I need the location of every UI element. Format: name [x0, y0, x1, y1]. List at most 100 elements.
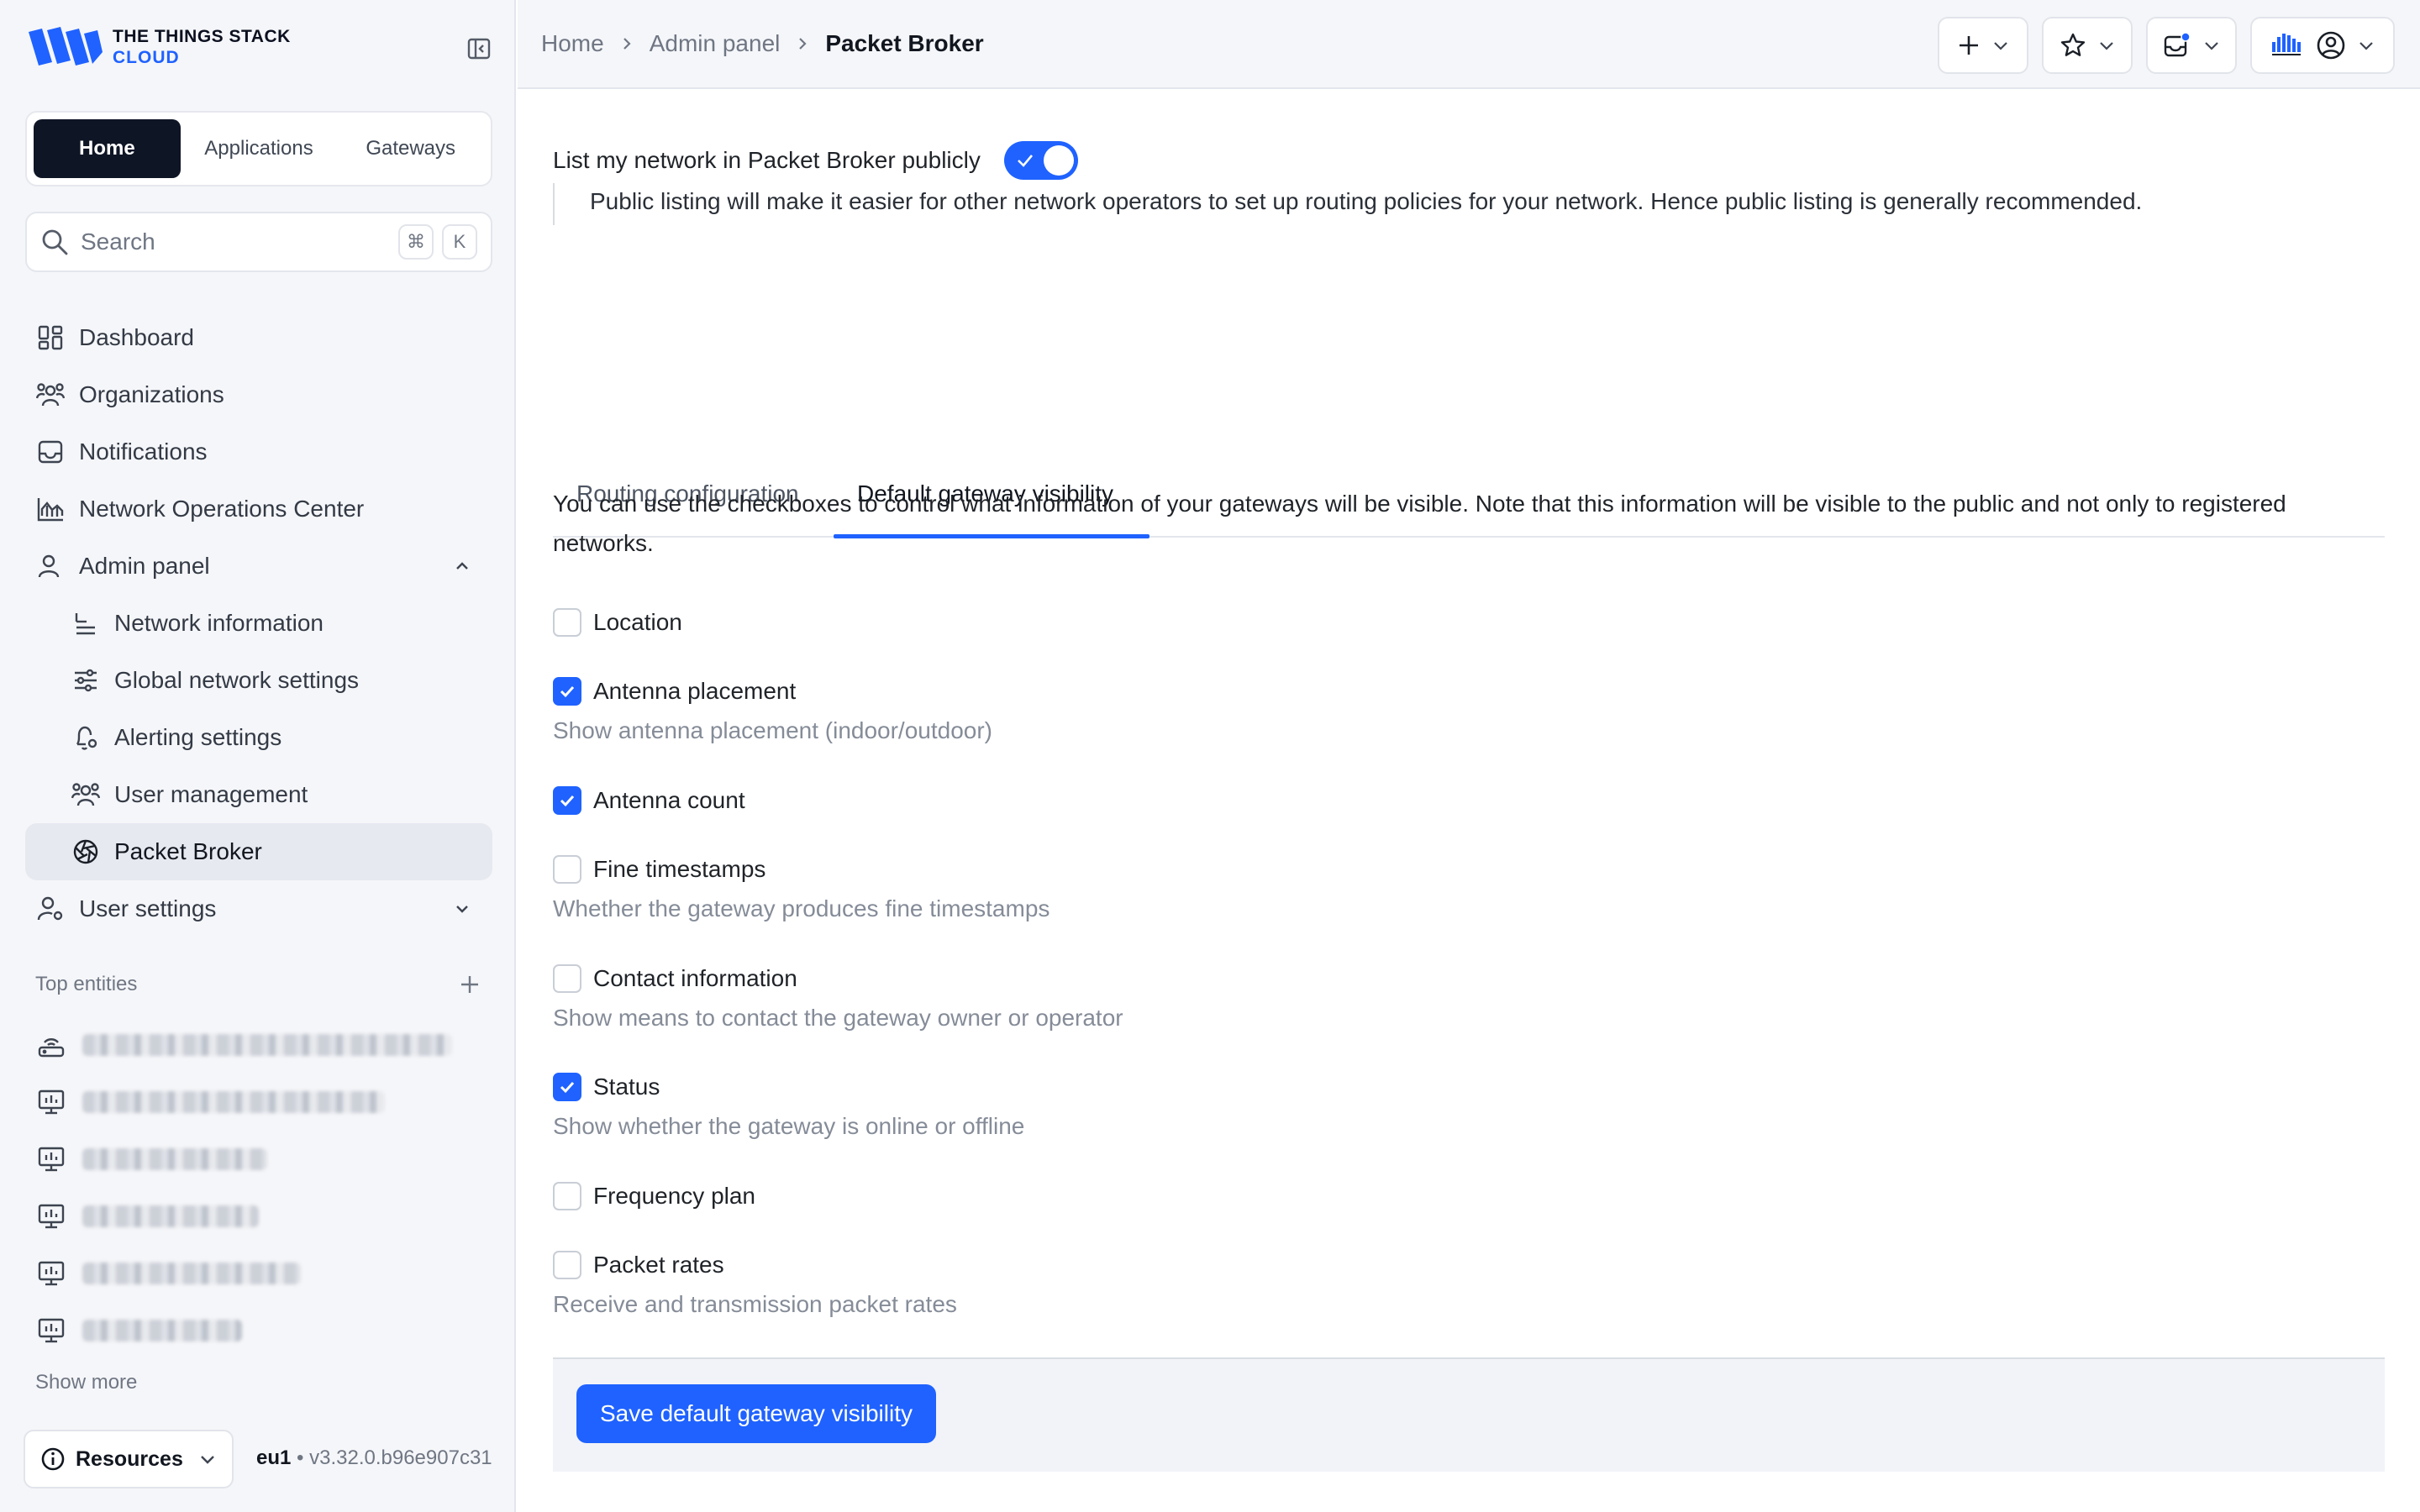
checkbox-label: Location — [593, 609, 682, 635]
cluster-name: eu1 — [256, 1446, 292, 1469]
entity-item[interactable] — [35, 1188, 472, 1245]
sidebar-item-dashboard[interactable]: Dashboard — [25, 309, 492, 366]
sidebar-item-label: Dashboard — [79, 324, 194, 350]
checkbox-antenna-placement[interactable]: Antenna placement — [553, 677, 796, 706]
toggle-knob — [1043, 145, 1074, 176]
chevron-down-icon — [1994, 42, 2007, 50]
entity-item[interactable] — [35, 1016, 472, 1074]
account-menu-button[interactable] — [2250, 17, 2395, 74]
switcher-home[interactable]: Home — [34, 119, 181, 178]
switcher-applications[interactable]: Applications — [186, 119, 333, 178]
shortcut-cmd-key: ⌘ — [398, 224, 434, 260]
brand-line2: CLOUD — [113, 48, 180, 67]
checkbox-antenna-count[interactable]: Antenna count — [553, 786, 745, 815]
sidebar-item-label: Global network settings — [114, 667, 360, 693]
public-listing-hint: Public listing will make it easier for o… — [590, 188, 2143, 214]
chevron-down-icon — [2100, 42, 2113, 50]
checkbox-location[interactable]: Location — [553, 608, 682, 637]
entity-name-redacted — [82, 1263, 301, 1284]
sidebar-item-packet-broker[interactable]: Packet Broker — [25, 823, 492, 880]
brand-logo[interactable]: THE THINGS STACK CLOUD — [27, 25, 291, 69]
entity-item[interactable] — [35, 1074, 472, 1131]
sidebar-item-global-network-settings[interactable]: Global network settings — [25, 652, 492, 709]
checkbox-contact-information[interactable]: Contact information — [553, 964, 797, 993]
show-more-link[interactable]: Show more — [35, 1371, 137, 1394]
checkbox-box[interactable] — [553, 786, 581, 815]
entity-item[interactable] — [35, 1131, 472, 1188]
public-listing-toggle[interactable] — [1003, 141, 1078, 180]
main-content: List my network in Packet Broker publicl… — [518, 91, 2420, 1512]
search-icon — [42, 229, 68, 255]
network-information-icon — [71, 608, 101, 638]
sidebar-item-admin-panel[interactable]: Admin panel — [25, 538, 492, 595]
sidebar-item-label: User management — [114, 781, 308, 807]
app-switcher: Home Applications Gateways — [25, 111, 492, 186]
top-entities-header: Top entities — [35, 973, 481, 996]
sidebar-item-network-operations-center[interactable]: Network Operations Center — [25, 480, 492, 538]
entity-name-redacted — [82, 1034, 452, 1056]
checkbox-box[interactable] — [553, 1073, 581, 1101]
chevron-right-icon — [799, 38, 807, 50]
version-info: eu1 • v3.32.0.b96e907c31 — [256, 1446, 492, 1470]
checkbox-box[interactable] — [553, 677, 581, 706]
checkbox-box[interactable] — [553, 608, 581, 637]
user-avatar-icon — [2317, 31, 2345, 60]
add-icon[interactable] — [459, 974, 481, 995]
checkbox-box[interactable] — [553, 1182, 581, 1210]
resources-label: Resources — [76, 1446, 183, 1471]
checkbox-fine-timestamps[interactable]: Fine timestamps — [553, 855, 765, 884]
sidebar-item-user-management[interactable]: User management — [25, 766, 492, 823]
application-icon — [35, 1200, 67, 1232]
entity-name-redacted — [82, 1205, 259, 1227]
add-menu-button[interactable] — [1938, 17, 2028, 74]
search-input[interactable]: Search ⌘ K — [25, 212, 492, 272]
entity-name-redacted — [82, 1320, 242, 1341]
sidebar-item-label: Network information — [114, 610, 324, 636]
checkbox-box[interactable] — [553, 964, 581, 993]
save-default-gateway-visibility-button[interactable]: Save default gateway visibility — [576, 1384, 936, 1443]
entity-name-redacted — [82, 1148, 267, 1170]
public-listing-row: List my network in Packet Broker publicl… — [553, 141, 1078, 180]
resources-button[interactable]: Resources — [24, 1430, 234, 1488]
entity-item[interactable] — [35, 1302, 472, 1359]
breadcrumb-admin-panel[interactable]: Admin panel — [650, 30, 781, 57]
checkbox-description: Whether the gateway produces fine timest… — [553, 895, 1050, 921]
top-entities-title: Top entities — [35, 973, 138, 995]
switcher-gateways[interactable]: Gateways — [337, 119, 484, 178]
checkbox-packet-rates[interactable]: Packet rates — [553, 1251, 724, 1279]
sidebar-item-network-information[interactable]: Network information — [25, 595, 492, 652]
checkbox-label: Contact information — [593, 965, 797, 991]
chevron-down-icon[interactable] — [447, 894, 477, 924]
entity-item[interactable] — [35, 1245, 472, 1302]
inbox-notification-icon — [2164, 32, 2191, 57]
chevron-up-icon[interactable] — [447, 551, 477, 581]
checkbox-label: Frequency plan — [593, 1183, 756, 1209]
checkbox-label: Fine timestamps — [593, 856, 766, 882]
top-entities-list — [35, 1016, 472, 1359]
dashboard-icon — [35, 323, 66, 353]
checkbox-box[interactable] — [553, 855, 581, 884]
checkbox-status[interactable]: Status — [553, 1073, 660, 1101]
breadcrumb: Home Admin panel Packet Broker — [541, 30, 984, 57]
breadcrumb-home[interactable]: Home — [541, 30, 604, 57]
checkbox-box[interactable] — [553, 1251, 581, 1279]
sidebar-item-label: Notifications — [79, 438, 208, 465]
version-build: v3.32.0.b96e907c31 — [309, 1446, 492, 1469]
sidebar-item-organizations[interactable]: Organizations — [25, 366, 492, 423]
bookmarks-button[interactable] — [2042, 17, 2133, 74]
sidebar-item-alerting-settings[interactable]: Alerting settings — [25, 709, 492, 766]
gateway-icon — [35, 1029, 67, 1061]
sidebar-item-notifications[interactable]: Notifications — [25, 423, 492, 480]
notifications-button[interactable] — [2146, 17, 2237, 74]
check-icon — [560, 795, 575, 807]
sidebar-item-user-settings[interactable]: User settings — [25, 880, 492, 937]
sidebar-item-label: User settings — [79, 895, 217, 921]
checkbox-frequency-plan[interactable]: Frequency plan — [553, 1182, 755, 1210]
application-icon — [35, 1143, 67, 1175]
sidebar-collapse-icon[interactable] — [464, 34, 494, 64]
application-icon — [35, 1086, 67, 1118]
user-settings-icon — [35, 894, 66, 924]
shortcut-k-key: K — [442, 224, 477, 260]
checkbox-description: Show whether the gateway is online or of… — [553, 1113, 1025, 1139]
chart-icon — [35, 494, 66, 524]
